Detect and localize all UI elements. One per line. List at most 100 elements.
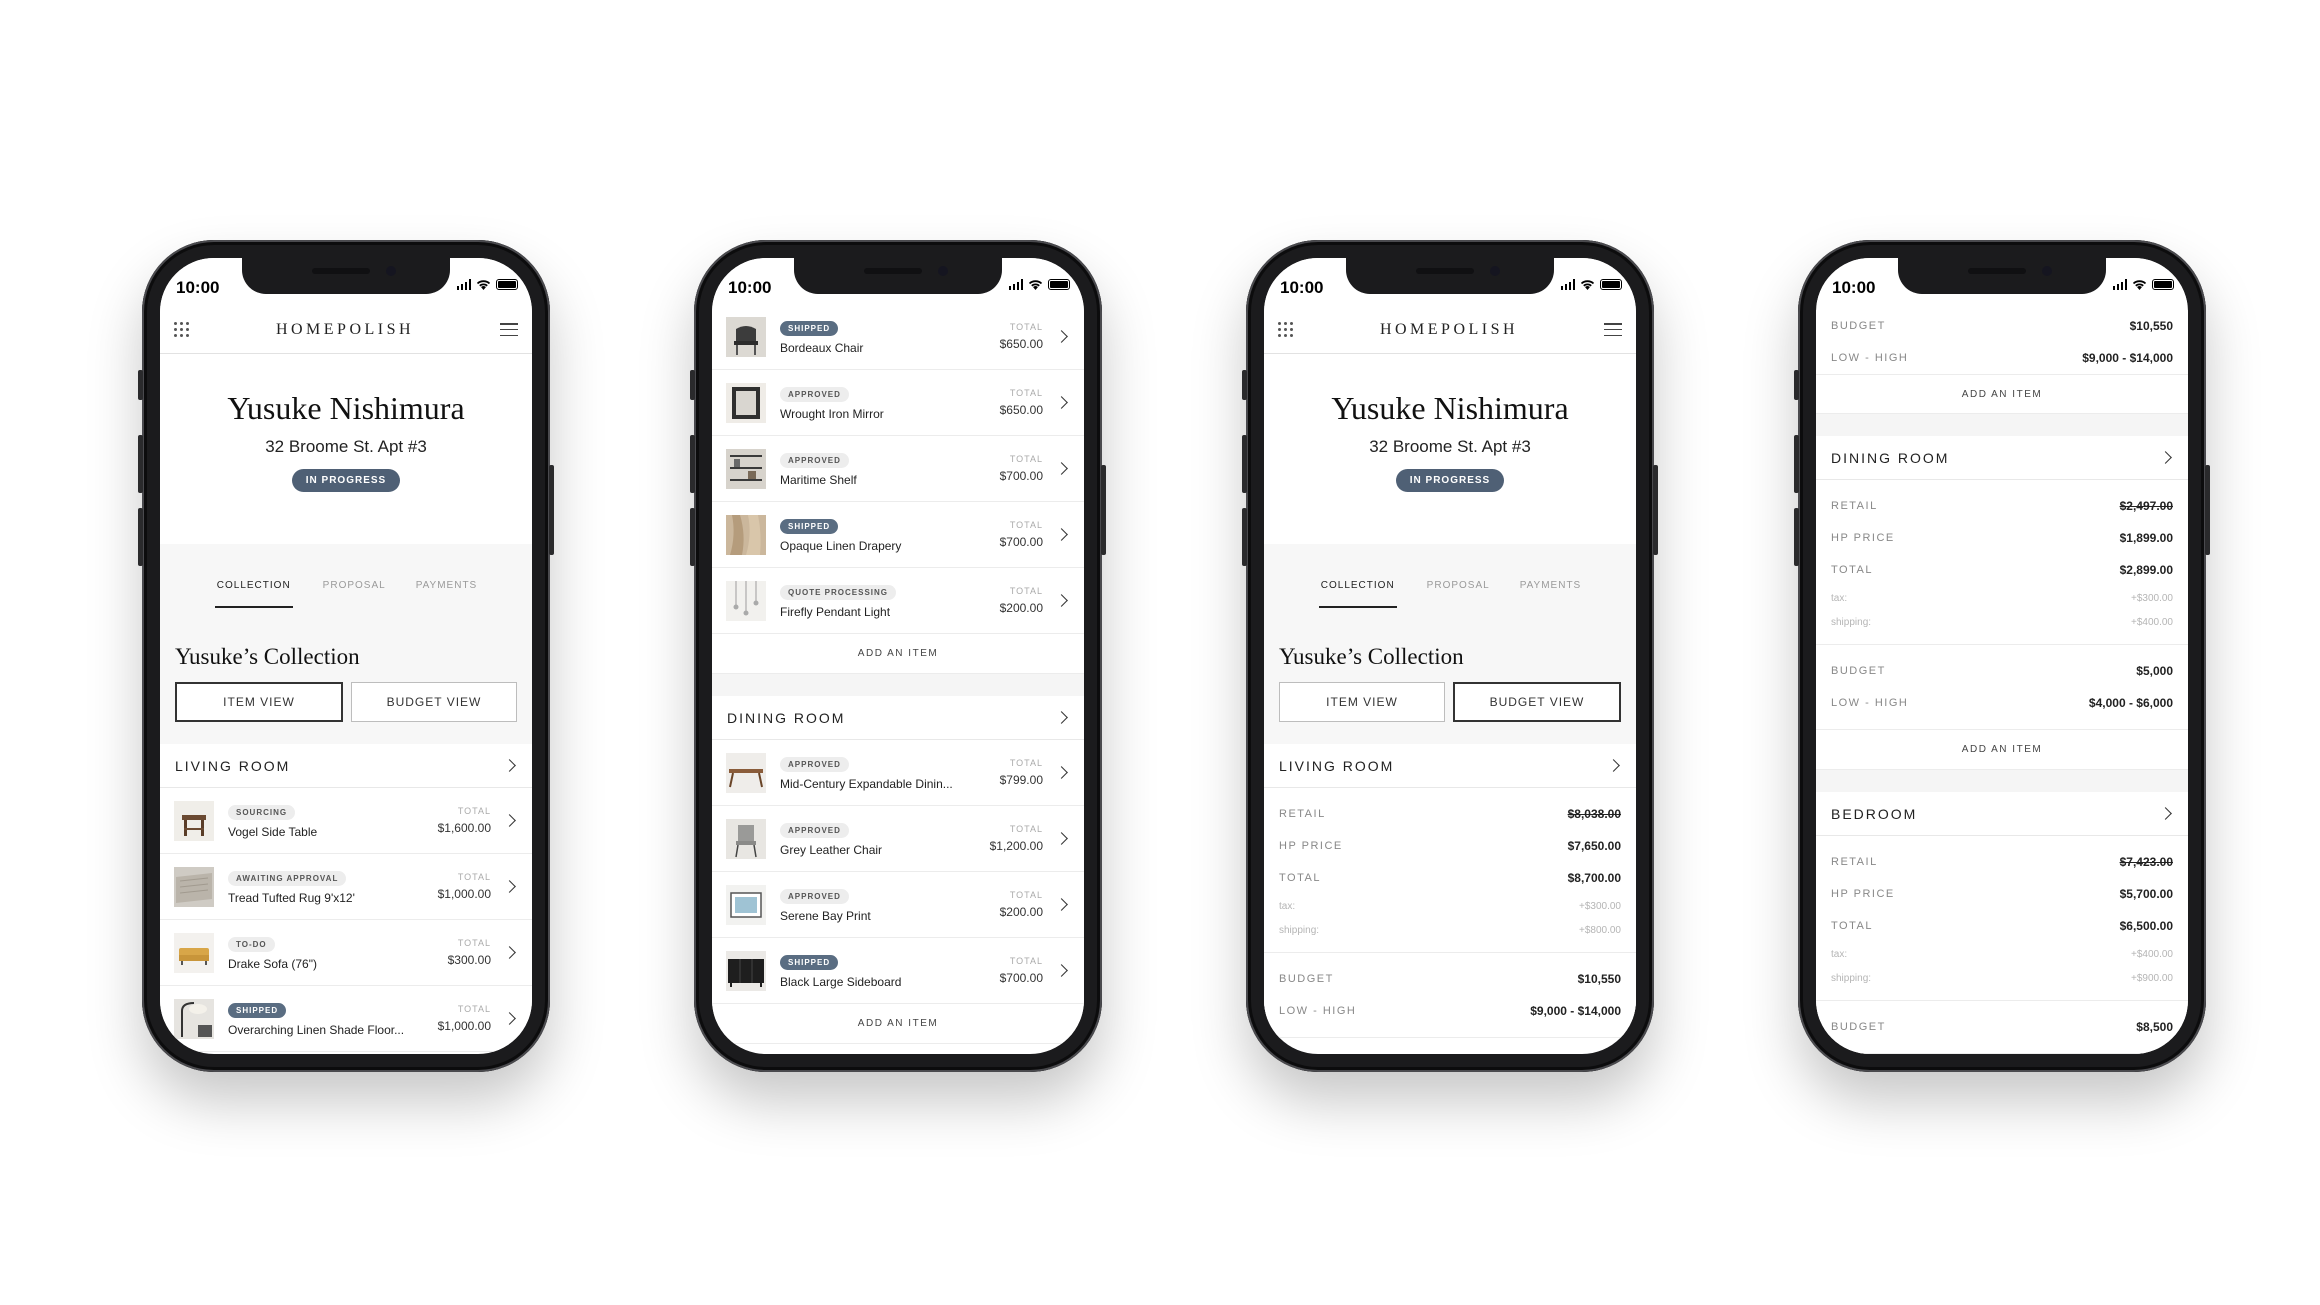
status-badge: SHIPPED — [780, 321, 839, 336]
list-item[interactable]: APPROVED Grey Leather Chair TOTAL $1,200.0… — [712, 806, 1084, 872]
status-badge: QUOTE PROCESSING — [780, 585, 897, 600]
tab-collection[interactable]: COLLECTION — [1318, 580, 1397, 608]
room-name: DINING ROOM — [1831, 449, 1950, 466]
tab-collection[interactable]: COLLECTION — [214, 580, 293, 608]
chevron-right-icon — [1055, 396, 1068, 409]
chevron-right-icon — [2159, 451, 2172, 464]
budget-view-button[interactable]: BUDGET VIEW — [1453, 682, 1621, 722]
list-item[interactable]: SOURCING Vogel Side Table TOTAL $1,600.00 — [160, 788, 532, 854]
notch — [794, 258, 1002, 294]
client-name: Yusuke Nishimura — [227, 390, 465, 426]
tax-value: +$300.00 — [1579, 900, 1621, 912]
room-header-dining[interactable]: DINING ROOM — [1816, 436, 2188, 480]
collection-title: Yusuke’s Collection — [1279, 644, 1464, 669]
budget-view-button[interactable]: BUDGET VIEW — [351, 682, 517, 722]
chevron-right-icon — [1055, 898, 1068, 911]
hamburger-menu-icon[interactable] — [1604, 323, 1622, 336]
item-total: $1,000.00 — [437, 887, 491, 901]
brand-logo: HOMEPOLISH — [1379, 320, 1519, 338]
list-item[interactable]: TO-DO Drake Sofa (76") TOTAL $300.00 — [160, 920, 532, 986]
screen: 10:00 HOMEPOLISH Yusuke Nishimura 32 Bro… — [1264, 258, 1636, 1054]
room-header-bedroom[interactable]: BEDROOM — [1816, 792, 2188, 836]
add-item-button[interactable]: ADD AN ITEM — [712, 634, 1084, 674]
item-view-button[interactable]: ITEM VIEW — [175, 682, 343, 722]
room-header-living[interactable]: LIVING ROOM — [1264, 744, 1636, 788]
add-item-button[interactable]: ADD AN ITEM — [1816, 374, 2188, 414]
tab-proposal[interactable]: PROPOSAL — [323, 580, 386, 608]
item-name: Drake Sofa (76") — [228, 957, 317, 971]
item-thumbnail — [726, 514, 766, 555]
chevron-right-icon — [2159, 807, 2172, 820]
client-address: 32 Broome St. Apt #3 — [1369, 437, 1531, 456]
item-view-button[interactable]: ITEM VIEW — [1279, 682, 1445, 722]
list-item[interactable]: SHIPPED Black Large Sideboard TOTAL $700.0… — [712, 938, 1084, 1004]
apps-grid-icon[interactable] — [174, 321, 190, 338]
shipping-value: +$900.00 — [2131, 972, 2173, 984]
list-item[interactable]: APPROVED Wrought Iron Mirror TOTAL $650.00 — [712, 370, 1084, 436]
status-badge: AWAITING APPROVAL — [228, 871, 347, 886]
client-name: Yusuke Nishimura — [1331, 390, 1569, 426]
tab-proposal[interactable]: PROPOSAL — [1427, 580, 1490, 608]
list-item[interactable]: APPROVED Maritime Shelf TOTAL $700.00 — [712, 436, 1084, 502]
hp-price-value: $5,700.00 — [2119, 887, 2173, 901]
chevron-right-icon — [503, 814, 516, 827]
add-item-button[interactable]: ADD AN ITEM — [1816, 730, 2188, 770]
item-total: $650.00 — [999, 337, 1043, 351]
item-name: Tread Tufted Rug 9'x12' — [228, 891, 355, 905]
low-high-value: $9,000 - $14,000 — [1530, 1004, 1621, 1018]
wifi-icon — [1580, 280, 1595, 290]
list-item[interactable]: SHIPPED Overarching Linen Shade Floor... … — [160, 986, 532, 1052]
list-item[interactable]: AWAITING APPROVAL Tread Tufted Rug 9'x12'… — [160, 854, 532, 920]
screen: 10:00 BUDGET $10,550 LOW - HIGH $9,000 - $… — [1816, 258, 2188, 1054]
signal-icon — [1008, 279, 1023, 290]
hp-price-value: $7,650.00 — [1567, 839, 1621, 853]
room-header-dining[interactable]: DINING ROOM — [712, 696, 1084, 740]
battery-icon — [2152, 279, 2174, 290]
signal-icon — [2112, 279, 2127, 290]
total-label: TOTAL — [457, 938, 491, 948]
low-high-value: $4,000 - $6,000 — [2088, 696, 2173, 710]
budget-label: BUDGET — [1831, 320, 1886, 332]
total-label: TOTAL — [1009, 520, 1043, 530]
list-item[interactable]: SHIPPED Opaque Linen Drapery TOTAL $700.00 — [712, 502, 1084, 568]
item-thumbnail — [726, 316, 766, 357]
list-item[interactable]: APPROVED Mid-Century Expandable Dinin... … — [712, 740, 1084, 806]
item-name: Serene Bay Print — [780, 909, 871, 923]
room-name: LIVING ROOM — [175, 757, 291, 774]
shipping-label: shipping: — [1831, 972, 1872, 984]
item-name: Opaque Linen Drapery — [780, 539, 902, 553]
battery-icon — [1600, 279, 1622, 290]
chevron-right-icon — [1055, 964, 1068, 977]
item-thumbnail — [726, 448, 766, 489]
notch — [242, 258, 450, 294]
budget-range: BUDGET $5,000 LOW - HIGH $4,000 - $6,000 — [1816, 645, 2188, 730]
retail-label: RETAIL — [1831, 856, 1878, 868]
signal-icon — [1560, 279, 1575, 290]
budget-breakdown: RETAIL $7,423.00 HP PRICE $5,700.00 TOTAL $… — [1816, 836, 2188, 1001]
list-item[interactable]: SHIPPED Bordeaux Chair TOTAL $650.00 — [712, 304, 1084, 370]
total-label: TOTAL — [457, 872, 491, 882]
list-item[interactable]: APPROVED Serene Bay Print TOTAL $200.00 — [712, 872, 1084, 938]
item-name: Bordeaux Chair — [780, 341, 864, 355]
total-label: TOTAL — [1009, 322, 1043, 332]
item-name: Wrought Iron Mirror — [780, 407, 884, 421]
tab-payments[interactable]: PAYMENTS — [1520, 580, 1582, 608]
screen: 10:00 HOMEPOLISH Yusuke Nishimura 32 Bro… — [160, 258, 532, 1054]
status-time: 10:00 — [1832, 278, 1876, 297]
room-header-living[interactable]: LIVING ROOM — [160, 744, 532, 788]
tab-payments[interactable]: PAYMENTS — [416, 580, 478, 608]
status-badge: APPROVED — [780, 889, 849, 904]
hamburger-menu-icon[interactable] — [500, 323, 518, 336]
phone-item-list-scrolled: 10:00 SHIPPED Bordeaux Chair TOTAL $650.00… — [690, 240, 1106, 1072]
item-thumbnail — [726, 884, 766, 925]
status-badge: SHIPPED — [780, 955, 839, 970]
collection-title: Yusuke’s Collection — [175, 644, 360, 669]
chevron-right-icon — [503, 946, 516, 959]
total-label: TOTAL — [1009, 388, 1043, 398]
add-item-button[interactable]: ADD AN ITEM — [712, 1004, 1084, 1044]
retail-value: $7,423.00 — [2119, 855, 2173, 869]
apps-grid-icon[interactable] — [1278, 321, 1294, 338]
phone-budget-view-scrolled: 10:00 BUDGET $10,550 LOW - HIGH $9,000 - $… — [1794, 240, 2210, 1072]
list-item[interactable]: QUOTE PROCESSING Firefly Pendant Light TO… — [712, 568, 1084, 634]
wifi-icon — [2132, 280, 2147, 290]
